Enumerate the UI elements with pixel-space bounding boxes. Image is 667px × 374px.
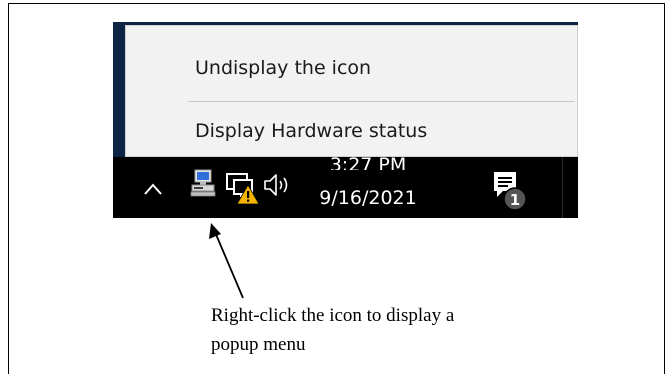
caption-line-2: popup menu [211,334,306,355]
notification-badge-count: 1 [510,191,520,209]
menu-separator [188,101,575,102]
volume-icon[interactable] [263,172,293,198]
network-warning-icon[interactable] [226,171,260,205]
hardware-status-icon[interactable] [189,169,217,199]
caption-line-1: Right-click the icon to display a [211,305,455,326]
clock-date: 9/16/2021 [319,187,417,209]
action-center-icon[interactable]: 1 [491,169,531,213]
context-menu: Undisplay the icon Display Hardware stat… [125,25,578,157]
pointer-arrow [209,223,244,299]
menu-item-display-hardware-status[interactable]: Display Hardware status [126,106,577,156]
figure-frame: Undisplay the icon Display Hardware stat… [8,3,665,374]
taskbar: 3:27 PM 9/16/2021 1 [113,155,578,218]
clock-time: 3:27 PM [329,155,407,170]
taskbar-clock[interactable]: 3:27 PM 9/16/2021 [313,155,423,210]
caption: Right-click the icon to display a popup … [211,301,631,359]
chevron-up-icon[interactable] [143,179,163,199]
taskbar-screenshot: Undisplay the icon Display Hardware stat… [113,22,578,218]
taskbar-divider [562,157,563,218]
menu-item-undisplay-icon[interactable]: Undisplay the icon [126,43,577,93]
